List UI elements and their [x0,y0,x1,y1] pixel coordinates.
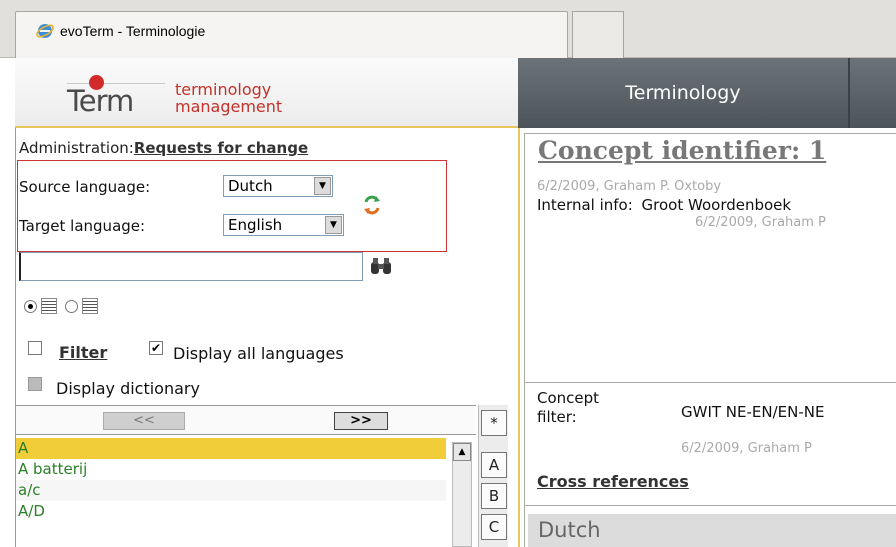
list-view-icon [41,298,57,314]
alphabet-key-all[interactable]: * [481,410,507,436]
nav-terminology[interactable]: Terminology [518,58,848,128]
chevron-down-icon: ▼ [325,216,342,234]
source-language-select[interactable]: Dutch ▼ [223,175,333,197]
browser-tab-active[interactable]: evoTerm - Terminologie [15,11,568,58]
display-dictionary-label: Display dictionary [56,379,200,398]
internal-info-meta: 6/2/2009, Graham P [695,215,826,230]
internal-info-value: Groot Woordenboek [641,196,792,214]
term-list: A A batterij a/c A/D [16,438,446,522]
target-language-select[interactable]: English ▼ [223,214,344,236]
swap-languages-icon[interactable] [361,194,383,216]
logo-text-line2: management [175,97,283,116]
detail-view-icon [82,298,98,314]
filter-checkbox[interactable] [28,341,42,355]
alphabet-index: * A B C [478,405,508,547]
target-language-value: English [228,216,283,234]
filter-link[interactable]: Filter [59,343,107,362]
term-list-item[interactable]: a/c [16,480,446,501]
term-list-item[interactable]: A/D [16,501,446,522]
display-dictionary-checkbox[interactable] [28,377,42,391]
view-mode-toggle [24,296,98,316]
term-list-item[interactable]: A [16,438,446,459]
scroll-up-arrow-icon[interactable]: ▲ [453,443,471,461]
binoculars-search-icon[interactable] [369,256,393,276]
chevron-down-icon: ▼ [314,177,331,195]
source-language-value: Dutch [228,177,273,195]
cross-references-link[interactable]: Cross references [537,472,689,491]
target-language-label: Target language: [19,217,146,235]
app-header-brand: Term terminology management [15,58,518,128]
alphabet-key-c[interactable]: C [481,514,507,540]
concept-filter-label: Concept filter: [537,389,599,427]
previous-page-button[interactable]: << [103,412,185,430]
alphabet-key-b[interactable]: B [481,483,507,509]
display-all-languages-label: Display all languages [173,344,344,363]
term-list-scrollbar[interactable]: ▲ [452,442,472,547]
source-language-label: Source language: [19,178,151,196]
concept-meta: 6/2/2009, Graham P. Oxtoby [537,179,722,194]
nav-separator [848,58,850,128]
pager: << >> [16,405,476,435]
language-section-dutch[interactable]: Dutch [528,514,896,547]
left-panel: Administration:Requests for change Sourc… [15,128,518,547]
next-page-button[interactable]: >> [334,412,388,430]
panel-divider [518,128,520,547]
section-divider [524,505,896,506]
browser-tab-title: evoTerm - Terminologie [60,23,206,39]
search-input[interactable] [19,252,363,281]
requests-for-change-link[interactable]: Requests for change [134,139,308,157]
concept-filter-label-line1: Concept [537,389,600,407]
display-all-languages-checkbox[interactable]: ✔ [149,341,163,355]
browser-new-tab[interactable] [572,11,624,58]
concept-identifier-title[interactable]: Concept identifier: 1 [538,136,826,165]
alphabet-key-a[interactable]: A [481,452,507,478]
concept-filter-label-line2: filter: [537,408,577,426]
view-mode-detail-radio[interactable] [65,299,78,313]
concept-filter-value: GWIT NE-EN/EN-NE [681,403,825,421]
internal-info-label: Internal info: [537,196,633,214]
evoterm-logo: Term terminology management [55,70,315,118]
term-list-item[interactable]: A batterij [16,459,446,480]
internal-info: Internal info: Groot Woordenboek [537,196,791,214]
concept-filter-meta: 6/2/2009, Graham P [681,441,812,456]
administration-line: Administration:Requests for change [19,139,308,157]
internet-explorer-icon [36,24,54,38]
logo-word: Term [67,84,134,118]
browser-tab-bar: evoTerm - Terminologie [0,0,896,58]
view-mode-list-radio[interactable] [24,299,37,313]
administration-label: Administration: [19,139,134,157]
